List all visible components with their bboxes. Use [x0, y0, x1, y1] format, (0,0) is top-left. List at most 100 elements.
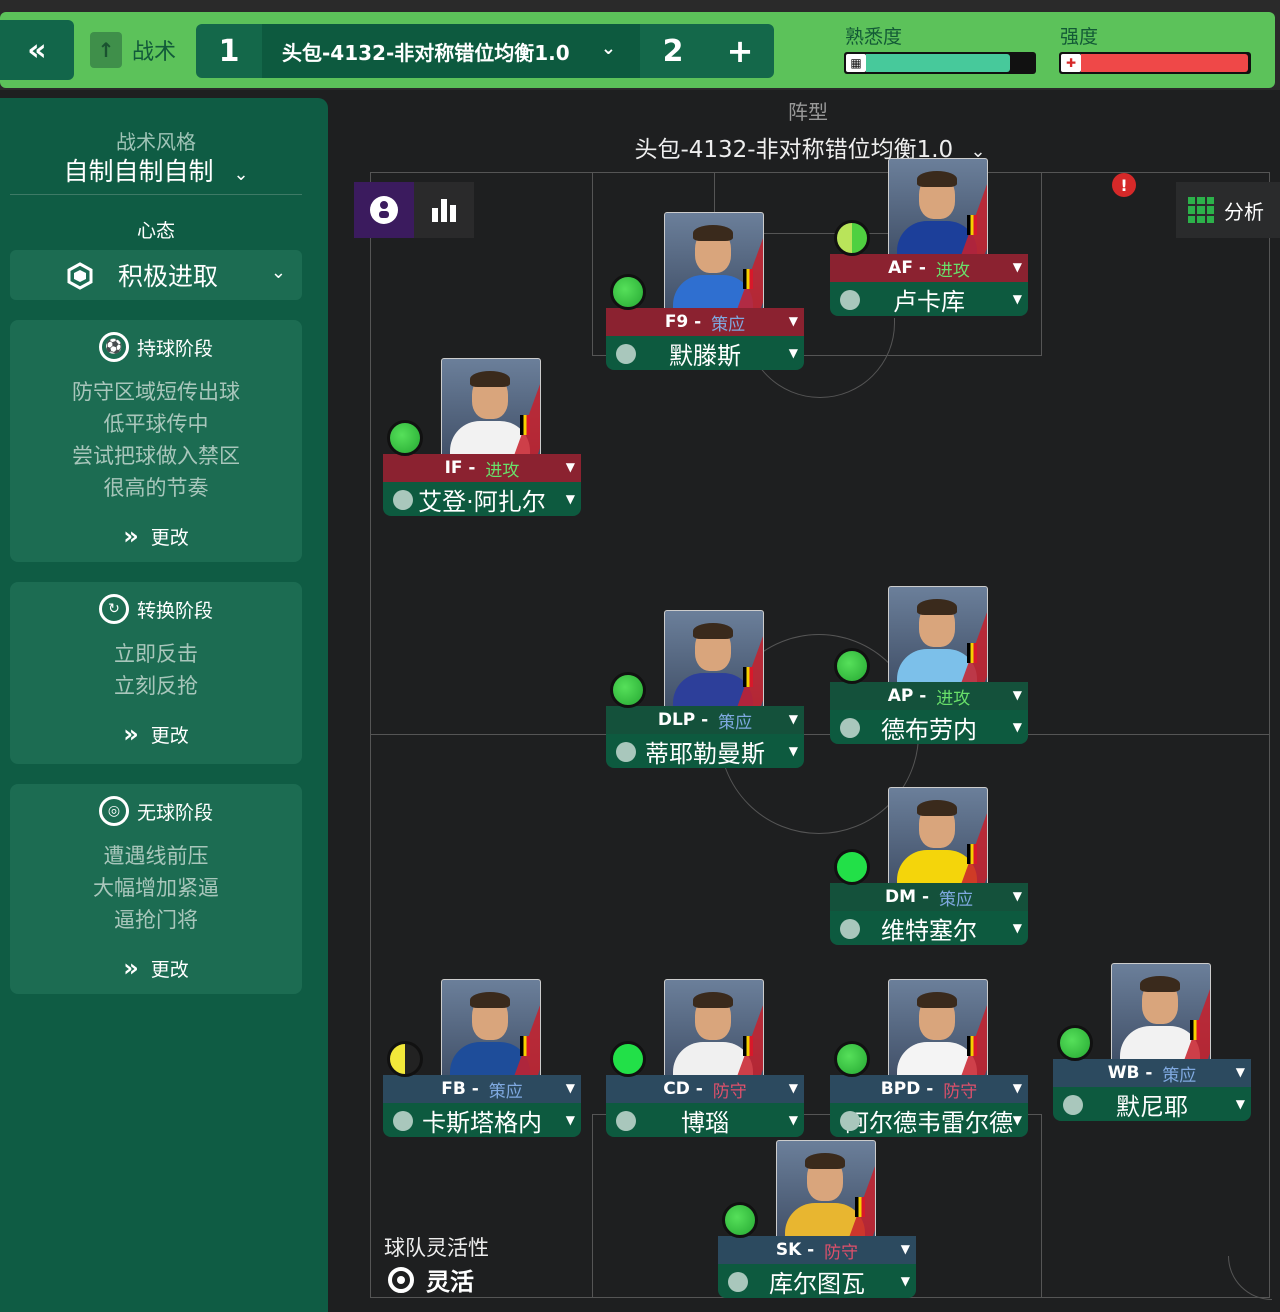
player-select[interactable]: 蒂耶勒曼斯 ▼ — [606, 734, 804, 768]
tactic-slot-2-button[interactable]: 2 — [640, 34, 706, 69]
dropdown-triangle-icon: ▼ — [900, 1274, 910, 1288]
dropdown-triangle-icon: ▼ — [788, 1081, 798, 1095]
condition-status-icon[interactable] — [1057, 1025, 1093, 1061]
role-select[interactable]: F9 - 策应 ▼ — [606, 308, 804, 336]
condition-status-icon[interactable] — [387, 420, 423, 456]
phase-instruction: 遭遇线前压 — [103, 844, 209, 868]
dropdown-triangle-icon: ▼ — [1012, 921, 1022, 935]
add-tactic-button[interactable]: + — [706, 32, 774, 70]
role-select[interactable]: WB - 策应 ▼ — [1053, 1059, 1251, 1087]
role-select[interactable]: AF - 进攻 ▼ — [830, 254, 1028, 282]
phase-instruction: 逼抢门将 — [114, 908, 198, 932]
player-avatar-icon — [616, 1111, 636, 1131]
belgium-flag-icon — [855, 1197, 865, 1217]
analysis-button[interactable]: 分析 — [1176, 182, 1280, 238]
player-select[interactable]: 卡斯塔格内 ▼ — [383, 1103, 581, 1137]
condition-status-icon[interactable] — [610, 274, 646, 310]
double-chevron-right-icon: » — [123, 954, 139, 982]
mentality-select[interactable]: 积极进取 ⌄ — [10, 250, 302, 300]
player-select[interactable]: 卢卡库 ▼ — [830, 282, 1028, 316]
role-select[interactable]: DLP - 策应 ▼ — [606, 706, 804, 734]
bar-chart-icon — [432, 199, 456, 222]
role-label: F9 — [664, 312, 689, 332]
player-view-toggle[interactable] — [354, 182, 414, 238]
duty-label: 防守 — [943, 1081, 978, 1102]
phase-title: 无球阶段 — [136, 801, 213, 824]
player-icon — [370, 196, 398, 224]
intensity-meter[interactable]: ✚ — [1059, 52, 1251, 74]
player-select[interactable]: 默尼耶 ▼ — [1053, 1087, 1251, 1121]
dropdown-triangle-icon: ▼ — [565, 492, 575, 506]
role-select[interactable]: BPD - 防守 ▼ — [830, 1075, 1028, 1103]
team-flexibility-value[interactable]: 灵活 — [388, 1262, 474, 1297]
tactic-select[interactable]: 头包-4132-非对称错位均衡1.0 ⌄ — [262, 24, 640, 78]
player-select[interactable]: 默滕斯 ▼ — [606, 336, 804, 370]
condition-status-icon[interactable] — [610, 672, 646, 708]
condition-status-icon[interactable] — [834, 1041, 870, 1077]
tactic-slot-1-button[interactable]: 1 — [196, 24, 262, 78]
change-button[interactable]: » 更改 — [10, 720, 302, 748]
condition-status-icon[interactable] — [834, 648, 870, 684]
tactical-style-select[interactable]: 自制自制自制 ⌄ — [0, 152, 312, 188]
double-chevron-right-icon: » — [123, 720, 139, 748]
dropdown-triangle-icon: ▼ — [565, 1081, 575, 1095]
player-select[interactable]: 阿尔德韦雷尔德 ▼ — [830, 1103, 1028, 1137]
change-label: 更改 — [150, 526, 189, 549]
player-photo — [664, 212, 764, 312]
condition-status-icon[interactable] — [834, 220, 870, 256]
dropdown-triangle-icon: ▼ — [1012, 260, 1022, 274]
player-select[interactable]: 艾登·阿扎尔 ▼ — [383, 482, 581, 516]
tactics-tab[interactable]: ↑ 战术 — [80, 20, 190, 80]
player-select[interactable]: 德布劳内 ▼ — [830, 710, 1028, 744]
condition-status-icon[interactable] — [387, 1041, 423, 1077]
condition-status-icon[interactable] — [834, 849, 870, 885]
duty-label: 进攻 — [936, 688, 971, 709]
role-label: DM — [885, 887, 917, 907]
phase-title: 转换阶段 — [136, 599, 213, 622]
change-label: 更改 — [150, 724, 189, 747]
role-label: SK — [775, 1240, 802, 1260]
condition-status-icon[interactable] — [722, 1202, 758, 1238]
player-photo — [888, 586, 988, 686]
condition-status-icon[interactable] — [610, 1041, 646, 1077]
player-avatar-icon — [616, 742, 636, 762]
player-select[interactable]: 博瑙 ▼ — [606, 1103, 804, 1137]
intensity-icon: ✚ — [1061, 54, 1081, 72]
dropdown-triangle-icon: ▼ — [1235, 1065, 1245, 1079]
belgium-flag-icon — [967, 215, 977, 235]
change-button[interactable]: » 更改 — [10, 954, 302, 982]
phase-instruction: 立即反击 — [114, 642, 198, 666]
player-photo — [1111, 963, 1211, 1063]
phase-instruction: 立刻反抢 — [114, 674, 198, 698]
alert-icon[interactable]: ! — [1112, 173, 1136, 197]
role-select[interactable]: FB - 策应 ▼ — [383, 1075, 581, 1103]
player-select[interactable]: 维特塞尔 ▼ — [830, 911, 1028, 945]
role-label: AF — [888, 258, 913, 278]
change-label: 更改 — [150, 958, 189, 981]
role-select[interactable]: IF - 进攻 ▼ — [383, 454, 581, 482]
stats-view-toggle[interactable] — [414, 182, 474, 238]
mentality-icon — [67, 262, 93, 290]
role-select[interactable]: AP - 进攻 ▼ — [830, 682, 1028, 710]
player-avatar-icon — [393, 490, 413, 510]
dropdown-triangle-icon: ▼ — [1012, 1113, 1022, 1127]
change-button[interactable]: » 更改 — [10, 522, 302, 550]
dropdown-triangle-icon: ▼ — [1012, 1081, 1022, 1095]
role-select[interactable]: CD - 防守 ▼ — [606, 1075, 804, 1103]
ball-off-icon: ◎ — [98, 796, 129, 826]
duty-label: 进攻 — [485, 460, 520, 481]
familiarity-label: 熟悉度 — [845, 26, 903, 48]
player-select[interactable]: 库尔图瓦 ▼ — [718, 1264, 916, 1298]
dropdown-triangle-icon: ▼ — [788, 712, 798, 726]
mentality-value: 积极进取 — [118, 262, 219, 291]
familiarity-meter[interactable]: ▦ — [844, 52, 1036, 74]
back-button[interactable]: « — [0, 20, 74, 80]
role-select[interactable]: DM - 策应 ▼ — [830, 883, 1028, 911]
belgium-flag-icon — [743, 269, 753, 289]
belgium-flag-icon — [520, 415, 530, 435]
duty-label: 防守 — [712, 1081, 747, 1102]
phase-instruction: 尝试把球做入禁区 — [72, 444, 240, 468]
player-photo — [441, 358, 541, 458]
phase-instruction: 很高的节奏 — [103, 476, 209, 500]
role-select[interactable]: SK - 防守 ▼ — [718, 1236, 916, 1264]
